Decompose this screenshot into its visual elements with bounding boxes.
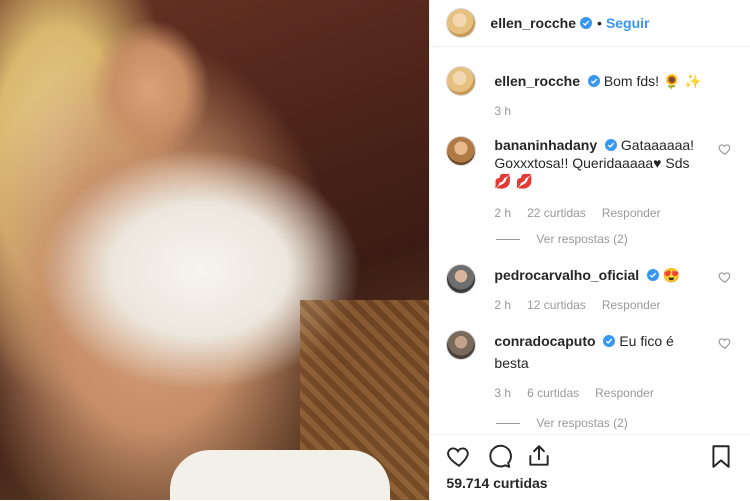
comment-meta: 2 h 22 curtidas Responder [494, 204, 704, 222]
comment-emojis: 😍 [662, 267, 681, 283]
post-header: ellen_rocche • Seguir [430, 0, 750, 47]
follow-button[interactable]: Seguir [606, 15, 650, 31]
comment: conradocaputo Eu fico é besta 3 h 6 curt… [430, 330, 750, 402]
comment-time[interactable]: 2 h [494, 204, 511, 222]
like-heart-icon[interactable] [446, 443, 472, 469]
comment-meta: 2 h 12 curtidas Responder [494, 296, 704, 314]
comment-likes[interactable]: 12 curtidas [527, 296, 586, 314]
comment-body: conradocaputo Eu fico é besta 3 h 6 curt… [494, 330, 704, 402]
post-actions: 59.714 curtidas [430, 434, 750, 501]
comment-body: pedrocarvalho_oficial 😍 2 h 12 curtidas … [494, 264, 704, 314]
replies-divider [496, 238, 521, 240]
commenter-username[interactable]: bananinhadany [494, 137, 597, 153]
verified-badge-icon [580, 17, 593, 29]
caption-time[interactable]: 3 h [494, 102, 511, 120]
commenter-username[interactable]: conradocaputo [494, 333, 595, 349]
verified-badge-icon [605, 139, 617, 151]
photo-detail [170, 450, 390, 500]
bookmark-icon[interactable] [708, 443, 734, 469]
caption-text: Bom fds! [603, 73, 660, 89]
comment: pedrocarvalho_oficial 😍 2 h 12 curtidas … [430, 264, 750, 314]
caption-meta: 3 h [494, 102, 704, 120]
commenter-avatar[interactable] [446, 264, 477, 294]
reply-button[interactable]: Responder [595, 384, 654, 402]
caption-emojis: 🌻 ✨ [662, 73, 702, 89]
caption-avatar[interactable] [446, 66, 477, 96]
comment-meta: 3 h 6 curtidas Responder [494, 384, 704, 402]
verified-badge-icon [603, 335, 616, 347]
comment: bananinhadany Gataaaaaa! Goxxxtosa!! Que… [430, 136, 750, 222]
commenter-avatar[interactable] [446, 330, 477, 360]
caption: ellen_rocche Bom fds! 🌻 ✨ 3 h [430, 66, 750, 120]
verified-badge-icon [647, 269, 660, 281]
view-replies-label: Ver respostas (2) [536, 232, 628, 246]
verified-badge-icon [587, 75, 600, 87]
view-replies-label: Ver respostas (2) [536, 416, 628, 430]
comment-time[interactable]: 3 h [494, 384, 511, 402]
comment-body: bananinhadany Gataaaaaa! Goxxxtosa!! Que… [494, 136, 704, 222]
comment-likes[interactable]: 6 curtidas [527, 384, 579, 402]
author-username[interactable]: ellen_rocche [490, 15, 576, 31]
view-replies-button[interactable]: Ver respostas (2) [496, 416, 750, 430]
comment-time[interactable]: 2 h [494, 296, 511, 314]
view-replies-button[interactable]: Ver respostas (2) [496, 232, 750, 246]
comment-likes[interactable]: 22 curtidas [527, 204, 586, 222]
reply-button[interactable]: Responder [602, 296, 661, 314]
instagram-post: ellen_rocche • Seguir ellen_rocche Bom f… [0, 0, 750, 500]
like-comment-heart-icon[interactable] [718, 336, 732, 350]
post-photo[interactable] [0, 0, 430, 500]
comments-section[interactable]: ellen_rocche Bom fds! 🌻 ✨ 3 h bananinhad… [430, 66, 750, 434]
caption-body: ellen_rocche Bom fds! 🌻 ✨ 3 h [494, 66, 704, 120]
replies-divider [496, 422, 521, 424]
reply-button[interactable]: Responder [602, 204, 661, 222]
comment-bubble-icon[interactable] [486, 443, 513, 469]
caption-username[interactable]: ellen_rocche [494, 73, 580, 89]
like-comment-heart-icon[interactable] [718, 270, 732, 284]
commenter-avatar[interactable] [446, 136, 477, 166]
header-separator: • [597, 15, 602, 31]
action-icons [430, 435, 750, 469]
share-icon[interactable] [526, 443, 552, 469]
comment-emojis: 💋 💋 [494, 173, 534, 189]
post-sidebar: ellen_rocche • Seguir ellen_rocche Bom f… [429, 0, 750, 500]
post-likes-count[interactable]: 59.714 curtidas [430, 469, 750, 491]
commenter-username[interactable]: pedrocarvalho_oficial [494, 267, 639, 283]
author-avatar[interactable] [446, 8, 477, 38]
like-comment-heart-icon[interactable] [718, 142, 732, 156]
